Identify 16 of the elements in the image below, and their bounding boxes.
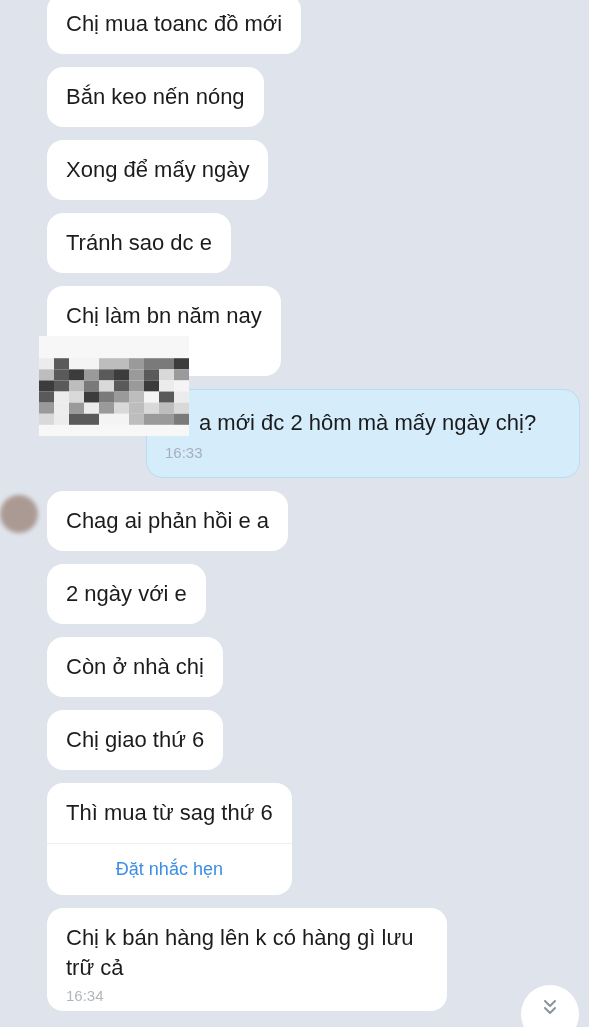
set-reminder-link[interactable]: Đặt nhắc hẹn xyxy=(115,855,223,883)
message-text: a mới đc 2 hôm mà mấy ngày chị? xyxy=(199,409,538,437)
message-text: Chị làm bn năm nay xyxy=(65,302,263,330)
message-text: 2 ngày với e xyxy=(65,579,188,608)
message-text: Chị mua toanc đồ mới xyxy=(65,10,284,38)
message-time: 16:33 xyxy=(165,443,204,463)
message-text: Tránh sao dc e xyxy=(65,229,213,257)
message-text: Thì mua từ sag thứ 6 xyxy=(65,798,274,827)
message-text: Còn ở nhà chị xyxy=(65,652,205,681)
message-text: Chag ai phản hồi e a xyxy=(65,506,271,535)
scroll-down-button[interactable] xyxy=(521,985,579,1027)
message-time: 16:34 xyxy=(65,985,105,1006)
message-text: Chị k bán hàng lên k có hàng gì lưu trữ cả xyxy=(65,923,415,982)
message-text: Chị giao thứ 6 xyxy=(65,725,206,754)
message-text: Xong để mấy ngày xyxy=(65,156,251,184)
message-text: Bắn keo nến nóng xyxy=(65,83,246,111)
